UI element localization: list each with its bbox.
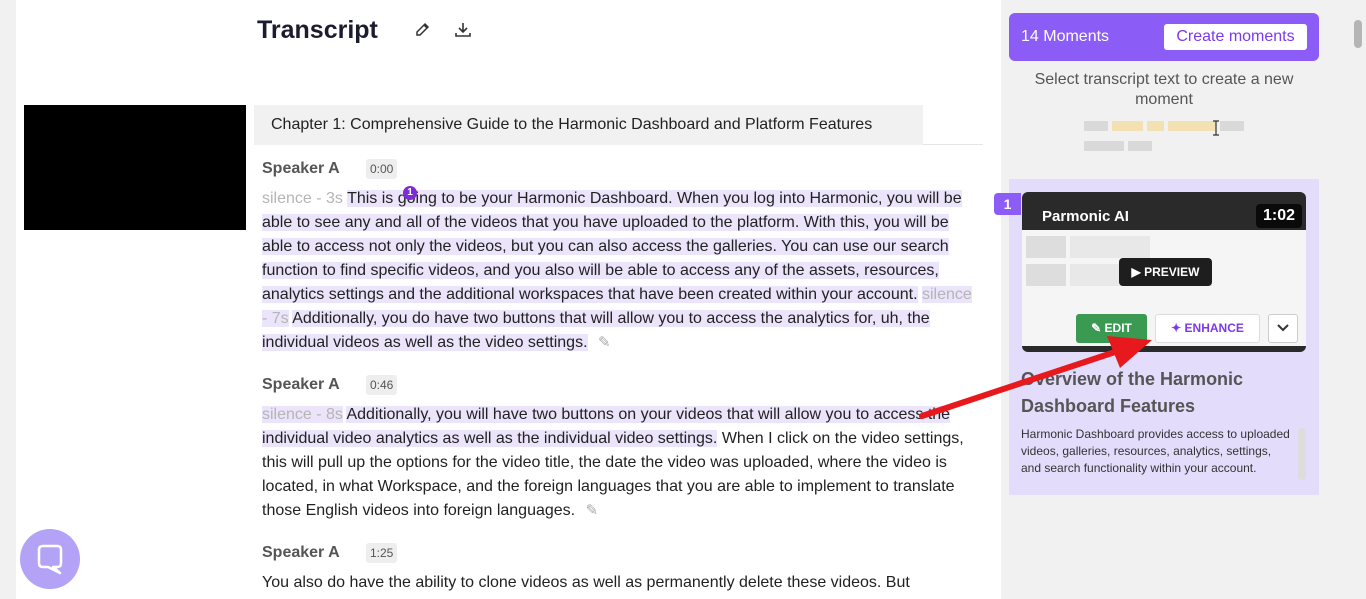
highlighted-text[interactable]: Additionally, you do have two buttons th… [262,310,930,351]
scrollbar-thumb[interactable] [1354,20,1362,48]
create-moments-button[interactable]: Create moments [1164,24,1307,50]
sparkle-icon: ✦ [1171,321,1182,335]
page-title: Transcript [257,16,378,44]
preview-button[interactable]: ▶ PREVIEW [1119,258,1212,286]
skeleton-bar [1084,121,1108,131]
moment-description: Harmonic Dashboard provides access to up… [1021,427,1290,475]
moment-number: 1 [994,193,1021,215]
transcript-paragraph[interactable]: You also do have the ability to clone vi… [262,571,978,595]
chat-bubble-icon [37,544,63,575]
speaker-label: Speaker A [262,376,340,393]
moment-marker[interactable]: 1 [403,186,417,200]
moments-header: 14 Moments Create moments [1009,13,1319,61]
moment-description-box: Harmonic Dashboard provides access to up… [1021,426,1308,482]
text-cursor-icon [1213,120,1219,136]
skeleton-bar [1220,121,1244,131]
skeleton-bar [1128,141,1152,151]
duration-badge: 1:02 [1255,204,1302,228]
timestamp[interactable]: 0:46 [366,375,398,395]
speaker-label: Speaker A [262,160,340,177]
thumb-video [1070,236,1150,258]
pencil-icon: ✎ [1091,321,1102,335]
more-options-button[interactable] [1268,314,1298,343]
highlighted-text[interactable]: This is going to be your Harmonic Dashbo… [262,190,962,303]
speaker-label: Speaker A [262,544,340,561]
download-icon[interactable] [453,20,473,40]
divider [923,144,983,145]
enhance-button[interactable]: ✦ ENHANCE [1155,314,1260,343]
skeleton-bar [1112,121,1143,131]
pencil-icon[interactable] [413,20,433,40]
silence-marker: silence - 3s [262,190,343,207]
description-scrollbar[interactable] [1298,428,1306,480]
page-scrollbar[interactable] [1350,0,1366,599]
moment-title[interactable]: Overview of the Harmonic Dashboard Featu… [1021,366,1311,420]
skeleton-bar [1168,121,1216,131]
timestamp[interactable]: 1:25 [366,543,398,563]
chevron-down-icon [1277,324,1289,332]
moments-hint: Select transcript text to create a new m… [1034,71,1294,108]
help-chat-button[interactable] [20,529,80,589]
thumbnail-title: Parmonic AI [1042,208,1129,225]
play-icon: ▶ [1131,265,1141,279]
timestamp[interactable]: 0:00 [366,159,398,179]
edit-button[interactable]: ✎ EDIT [1076,314,1147,343]
thumb-video [1026,236,1066,258]
pencil-icon[interactable]: ✎ [586,502,599,519]
moments-count: 14 Moments [1021,28,1110,45]
thumb-video [1026,264,1066,286]
skeleton-bar [1084,141,1124,151]
transcript-paragraph[interactable]: silence - 3s This is going to be your Ha… [262,187,978,355]
skeleton-bar [1147,121,1164,131]
pencil-icon[interactable]: ✎ [598,334,611,351]
video-player[interactable] [24,105,246,230]
chapter-heading: Chapter 1: Comprehensive Guide to the Ha… [254,105,923,145]
transcript-paragraph[interactable]: silence - 8s Additionally, you will have… [262,403,978,523]
silence-marker: silence - 8s [262,406,343,423]
